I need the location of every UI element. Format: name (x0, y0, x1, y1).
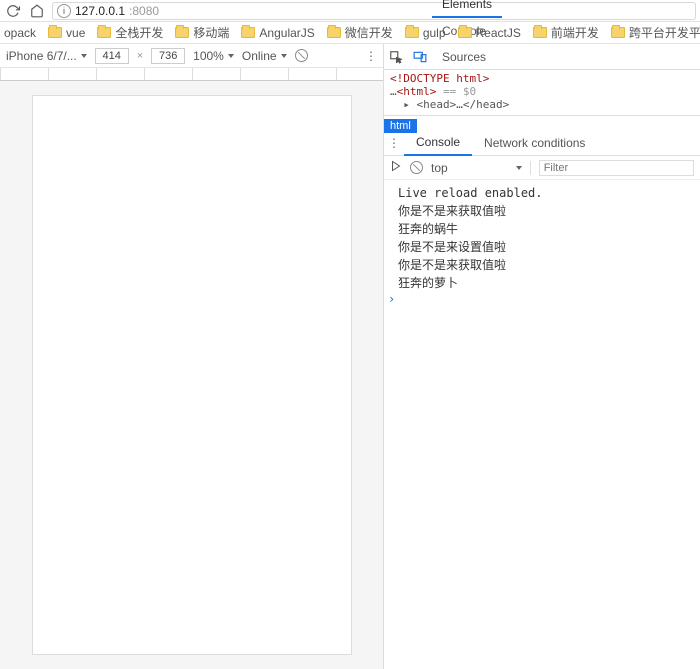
url-field[interactable]: i 127.0.0.1 :8080 (52, 2, 696, 20)
device-toggle-icon[interactable] (408, 50, 432, 64)
throttling-select[interactable]: Online (242, 49, 287, 63)
drawer-tab-network-conditions[interactable]: Network conditions (472, 130, 597, 156)
dom-tree[interactable]: <!DOCTYPE html> …<html> == $0 ▸ <head>…<… (384, 70, 700, 116)
url-host: 127.0.0.1 (75, 4, 125, 18)
device-frame[interactable] (32, 95, 352, 655)
bookmark-item[interactable]: 移动端 (175, 24, 229, 41)
bookmark-label: opack (4, 26, 36, 40)
devtools-tab-sources[interactable]: Sources (432, 44, 502, 70)
execute-icon[interactable] (390, 160, 402, 175)
chevron-down-icon (281, 54, 287, 58)
bookmark-item[interactable]: 跨平台开发平台 (611, 24, 700, 41)
folder-icon (611, 27, 625, 38)
dom-line: <!DOCTYPE html> (390, 72, 489, 85)
dom-line: ▸ <head>…</head> (390, 98, 694, 111)
height-input[interactable] (151, 48, 185, 64)
chevron-down-icon (516, 166, 522, 170)
device-name: iPhone 6/7/... (6, 49, 77, 63)
ruler (0, 68, 383, 81)
filter-input[interactable] (539, 160, 694, 176)
bookmark-label: 全栈开发 (115, 24, 163, 41)
bookmark-item[interactable]: 前端开发 (533, 24, 599, 41)
bookmark-item[interactable]: AngularJS (241, 26, 314, 40)
context-select[interactable]: top (431, 161, 531, 175)
throttling-value: Online (242, 49, 277, 63)
bookmark-label: AngularJS (259, 26, 314, 40)
devtools-tabs: ElementsConsoleSourcesLayersNetwork (384, 44, 700, 70)
folder-icon (405, 27, 419, 38)
url-port: :8080 (129, 4, 159, 18)
folder-icon (97, 27, 111, 38)
chevron-down-icon (228, 54, 234, 58)
reload-icon[interactable] (4, 2, 22, 20)
folder-icon (327, 27, 341, 38)
folder-icon (175, 27, 189, 38)
drawer-tabs: ⋮ ConsoleNetwork conditions (384, 130, 700, 156)
bookmark-label: 跨平台开发平台 (629, 24, 700, 41)
console-line: 你是不是来设置值啦 (398, 238, 700, 256)
bookmark-item[interactable]: 微信开发 (327, 24, 393, 41)
bookmark-item[interactable]: 全栈开发 (97, 24, 163, 41)
console-line: 你是不是来获取值啦 (398, 256, 700, 274)
inspect-icon[interactable] (384, 50, 408, 64)
bookmark-label: 微信开发 (345, 24, 393, 41)
device-toolbar: iPhone 6/7/... × 100% Online ⋮ (0, 44, 383, 68)
bookmark-label: 移动端 (193, 24, 229, 41)
canvas-area (0, 81, 383, 669)
device-select[interactable]: iPhone 6/7/... (6, 49, 87, 63)
console-body[interactable]: Live reload enabled.你是不是来获取值啦狂奔的蜗牛你是不是来设… (384, 180, 700, 669)
devtools-tab-elements[interactable]: Elements (432, 0, 502, 18)
bookmark-label: 前端开发 (551, 24, 599, 41)
zoom-value: 100% (193, 49, 224, 63)
bookmark-item[interactable]: vue (48, 26, 85, 40)
drawer-more-icon[interactable]: ⋮ (384, 136, 404, 150)
info-icon[interactable]: i (57, 4, 71, 18)
console-line: 你是不是来获取值啦 (398, 202, 700, 220)
bookmarks-bar: opackvue全栈开发移动端AngularJS微信开发gulpReactJS前… (0, 22, 700, 44)
console-toolbar: top (384, 156, 700, 180)
console-prompt[interactable]: › (388, 292, 395, 306)
breadcrumb[interactable]: html (384, 118, 700, 132)
folder-icon (241, 27, 255, 38)
folder-icon (458, 27, 472, 38)
drawer-tab-console[interactable]: Console (404, 130, 472, 156)
no-throttling-icon[interactable] (295, 49, 308, 62)
folder-icon (533, 27, 547, 38)
width-input[interactable] (95, 48, 129, 64)
more-icon[interactable]: ⋮ (365, 50, 377, 62)
chevron-down-icon (81, 54, 87, 58)
zoom-select[interactable]: 100% (193, 49, 234, 63)
bookmark-label: vue (66, 26, 85, 40)
dimension-x: × (137, 50, 143, 62)
bookmark-item[interactable]: opack (4, 26, 36, 40)
folder-icon (48, 27, 62, 38)
console-line: 狂奔的萝卜 (398, 274, 700, 292)
clear-console-icon[interactable] (410, 161, 423, 174)
home-icon[interactable] (28, 2, 46, 20)
console-line: Live reload enabled. (398, 184, 700, 202)
console-line: 狂奔的蜗牛 (398, 220, 700, 238)
